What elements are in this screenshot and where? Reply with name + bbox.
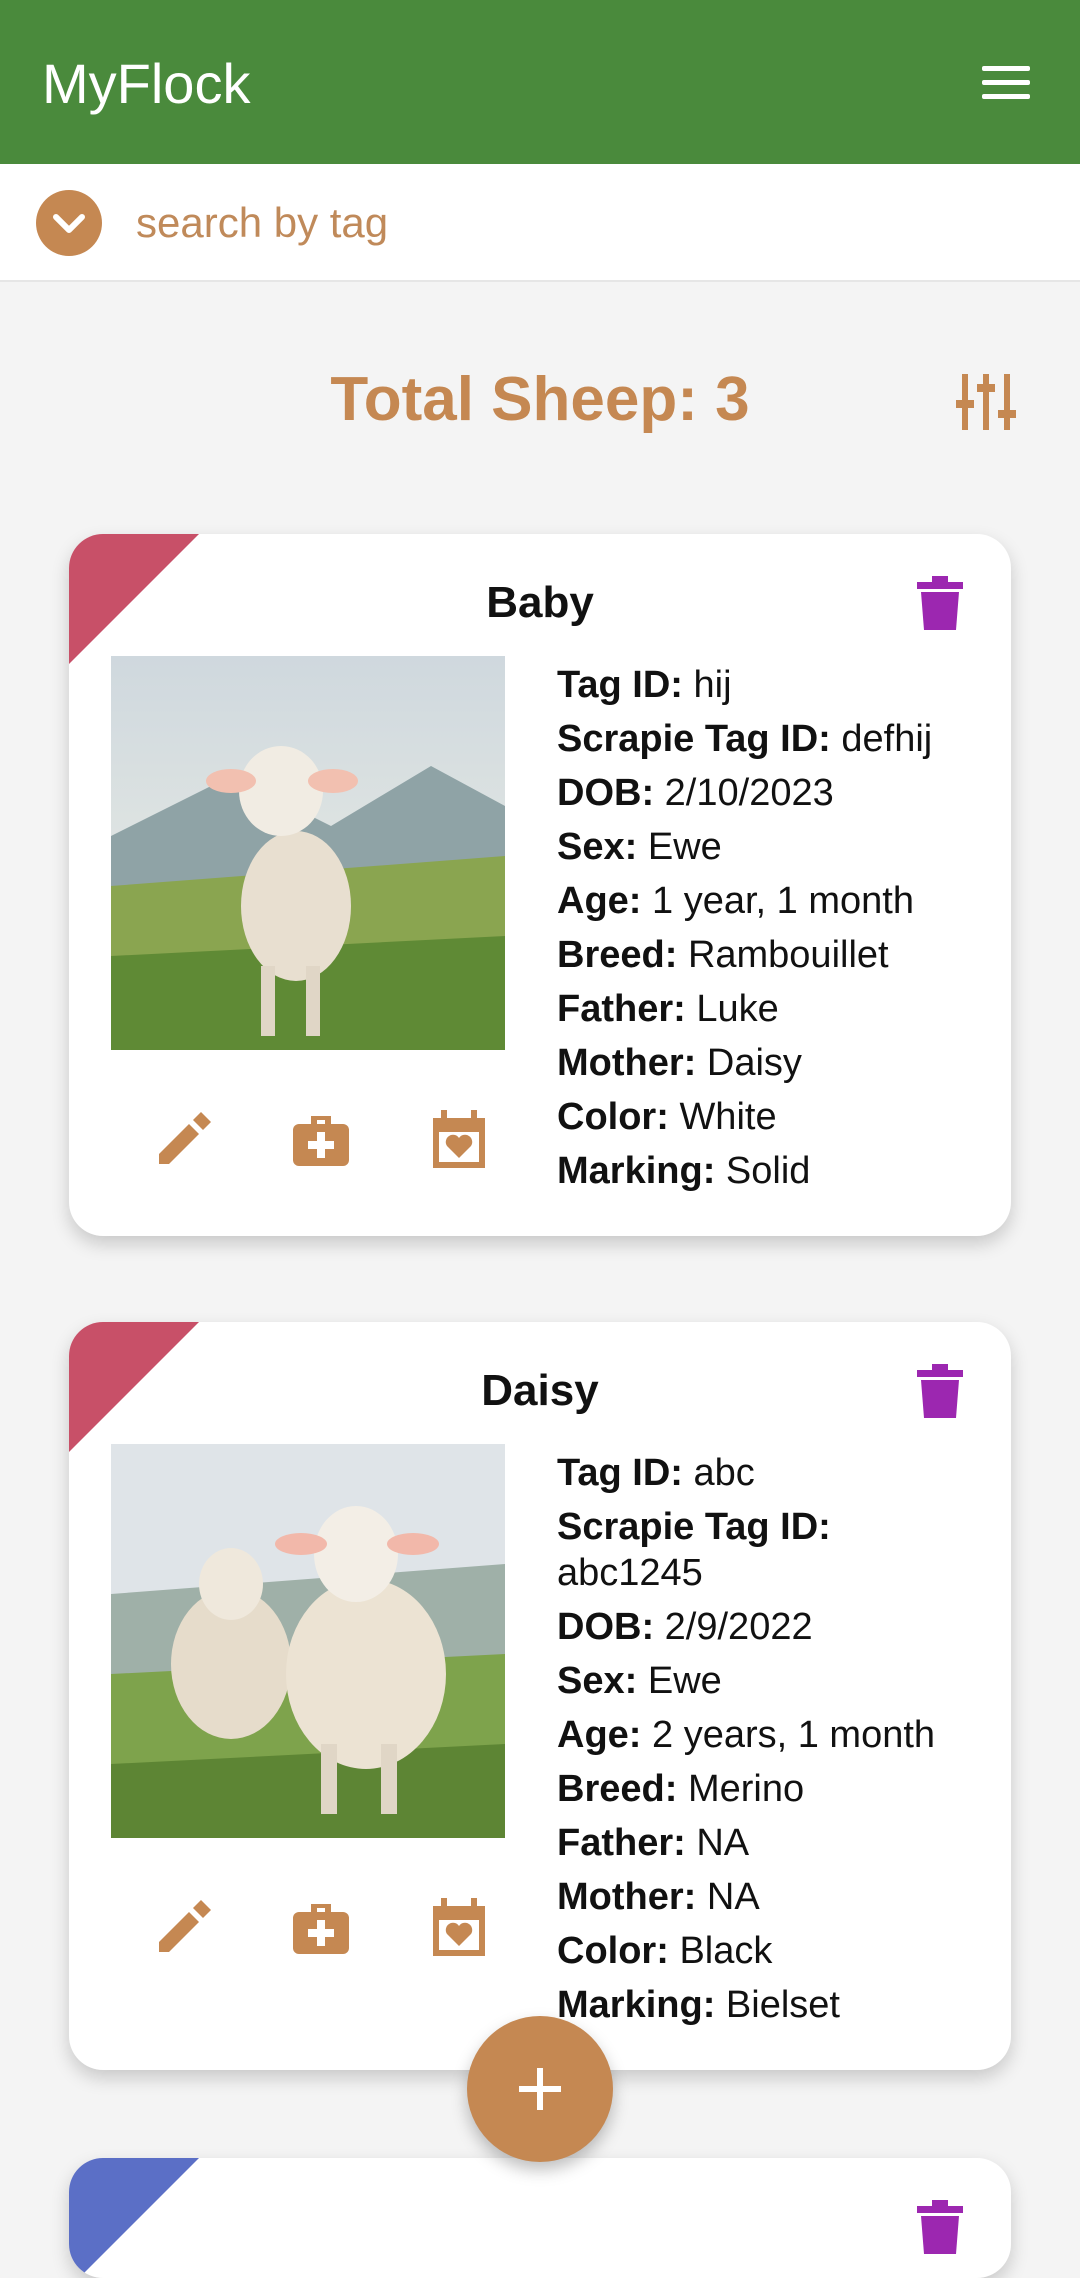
status-corner (69, 2158, 199, 2278)
scrapie-tag-row: Scrapie Tag ID: defhij (557, 718, 933, 760)
calendar-heart-icon[interactable] (429, 1110, 489, 1170)
sheep-photo (111, 656, 505, 1050)
trash-icon[interactable] (917, 2200, 963, 2254)
age-row: Age: 1 year, 1 month (557, 880, 914, 922)
sheep-card[interactable] (69, 2158, 1011, 2278)
trash-icon[interactable] (917, 1364, 963, 1418)
sheep-details: Tag ID: abc Scrapie Tag ID: abc1245 DOB: … (557, 1446, 997, 2032)
plus-icon (519, 2068, 561, 2110)
sheep-card[interactable]: Daisy Tag ID: abc Scrapie Tag ID: abc124… (69, 1322, 1011, 2070)
search-bar (0, 164, 1080, 282)
father-row: Father: NA (557, 1822, 750, 1864)
sheep-details: Tag ID: hij Scrapie Tag ID: defhij DOB: … (557, 658, 997, 1198)
father-row: Father: Luke (557, 988, 779, 1030)
sex-row: Sex: Ewe (557, 826, 722, 868)
breed-row: Breed: Rambouillet (557, 934, 889, 976)
mother-row: Mother: NA (557, 1876, 760, 1918)
age-row: Age: 2 years, 1 month (557, 1714, 936, 1756)
breed-row: Breed: Merino (557, 1768, 805, 1810)
trash-icon[interactable] (917, 576, 963, 630)
search-input[interactable] (136, 188, 1036, 258)
color-row: Color: Black (557, 1930, 773, 1972)
calendar-heart-icon[interactable] (429, 1898, 489, 1958)
chevron-down-icon[interactable] (36, 190, 102, 256)
tag-id-row: Tag ID: abc (557, 1452, 755, 1494)
tune-icon[interactable] (954, 370, 1018, 434)
scrapie-tag-row: Scrapie Tag ID: abc1245 (557, 1506, 831, 1594)
sheep-photo (111, 1444, 505, 1838)
marking-row: Marking: Solid (557, 1150, 811, 1192)
medical-bag-icon[interactable] (291, 1110, 351, 1170)
sheep-card[interactable]: Baby Tag ID: hij Scrapie Tag ID: defhij … (69, 534, 1011, 1236)
pencil-icon[interactable] (153, 1898, 213, 1958)
app-bar: MyFlock (0, 0, 1080, 164)
dob-row: DOB: 2/9/2022 (557, 1606, 813, 1648)
pencil-icon[interactable] (153, 1110, 213, 1170)
marking-row: Marking: Bielset (557, 1984, 840, 2026)
sheep-name: Daisy (481, 1366, 599, 1415)
medical-bag-icon[interactable] (291, 1898, 351, 1958)
color-row: Color: White (557, 1096, 777, 1138)
mother-row: Mother: Daisy (557, 1042, 802, 1084)
sex-row: Sex: Ewe (557, 1660, 722, 1702)
app-title: MyFlock (42, 52, 251, 115)
menu-icon[interactable] (982, 66, 1030, 100)
dob-row: DOB: 2/10/2023 (557, 772, 834, 814)
sheep-name: Baby (486, 578, 594, 627)
tag-id-row: Tag ID: hij (557, 664, 732, 706)
add-sheep-button[interactable] (467, 2016, 613, 2162)
total-sheep-label: Total Sheep: 3 (330, 365, 750, 434)
